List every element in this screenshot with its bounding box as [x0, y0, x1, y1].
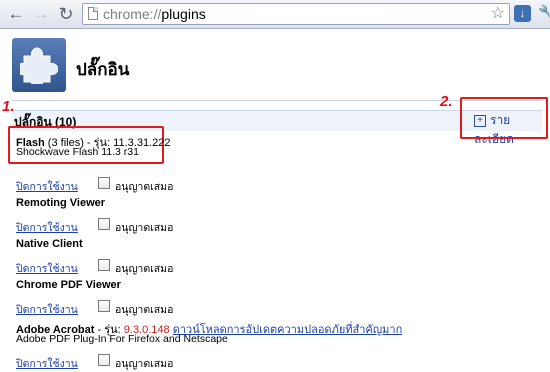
disable-link[interactable]: ปิดการใช้งาน [16, 301, 78, 318]
disable-link[interactable]: ปิดการใช้งาน [16, 355, 78, 372]
always-allow-label: อนุญาตเสมอ [115, 304, 174, 316]
disable-link[interactable]: ปิดการใช้งาน [16, 260, 78, 277]
url-path: plugins [161, 6, 206, 22]
always-allow-checkbox[interactable] [98, 354, 110, 366]
plugin-description: Adobe PDF Plug-In For Firefox and Netsca… [16, 333, 228, 345]
download-extension-icon[interactable]: ↓ [514, 5, 531, 22]
wrench-menu-icon[interactable]: 🔧 [538, 4, 550, 22]
url-scheme: chrome:// [103, 6, 162, 22]
url-text[interactable]: chrome://plugins [103, 5, 206, 23]
always-allow-label: อนุญาตเสมอ [115, 263, 174, 275]
always-allow-checkbox[interactable] [98, 259, 110, 271]
puzzle-piece-icon [12, 38, 66, 92]
plugin-name-native-client: Native Client [16, 238, 83, 250]
always-allow-label: อนุญาตเสมอ [115, 181, 174, 193]
plugin-name-remoting-viewer: Remoting Viewer [16, 197, 106, 209]
disable-link[interactable]: ปิดการใช้งาน [16, 178, 78, 195]
annotation-mark-1: 1. [2, 98, 15, 115]
page-icon [88, 7, 98, 20]
plugin-name-chrome-pdf-viewer: Chrome PDF Viewer [16, 279, 121, 291]
back-arrow-icon[interactable]: ← [6, 4, 26, 24]
annotation-box-2 [460, 97, 548, 139]
reload-icon[interactable]: ↻ [56, 4, 76, 24]
page-title: ปลั๊กอิน [76, 60, 130, 79]
forward-arrow-icon[interactable]: → [31, 4, 51, 24]
always-allow-checkbox[interactable] [98, 177, 110, 189]
always-allow-label: อนุญาตเสมอ [115, 358, 174, 370]
bookmark-star-icon[interactable]: ☆ [491, 4, 505, 23]
plugin-description: Shockwave Flash 11.3 r31 [16, 146, 139, 158]
always-allow-label: อนุญาตเสมอ [115, 222, 174, 234]
annotation-mark-2: 2. [440, 93, 453, 110]
address-bar[interactable]: chrome://plugins ☆ [82, 3, 510, 25]
always-allow-checkbox[interactable] [98, 300, 110, 312]
browser-toolbar: ← → ↻ chrome://plugins ☆ ↓ 🔧 [0, 0, 550, 29]
disable-link[interactable]: ปิดการใช้งาน [16, 219, 78, 236]
always-allow-checkbox[interactable] [98, 218, 110, 230]
